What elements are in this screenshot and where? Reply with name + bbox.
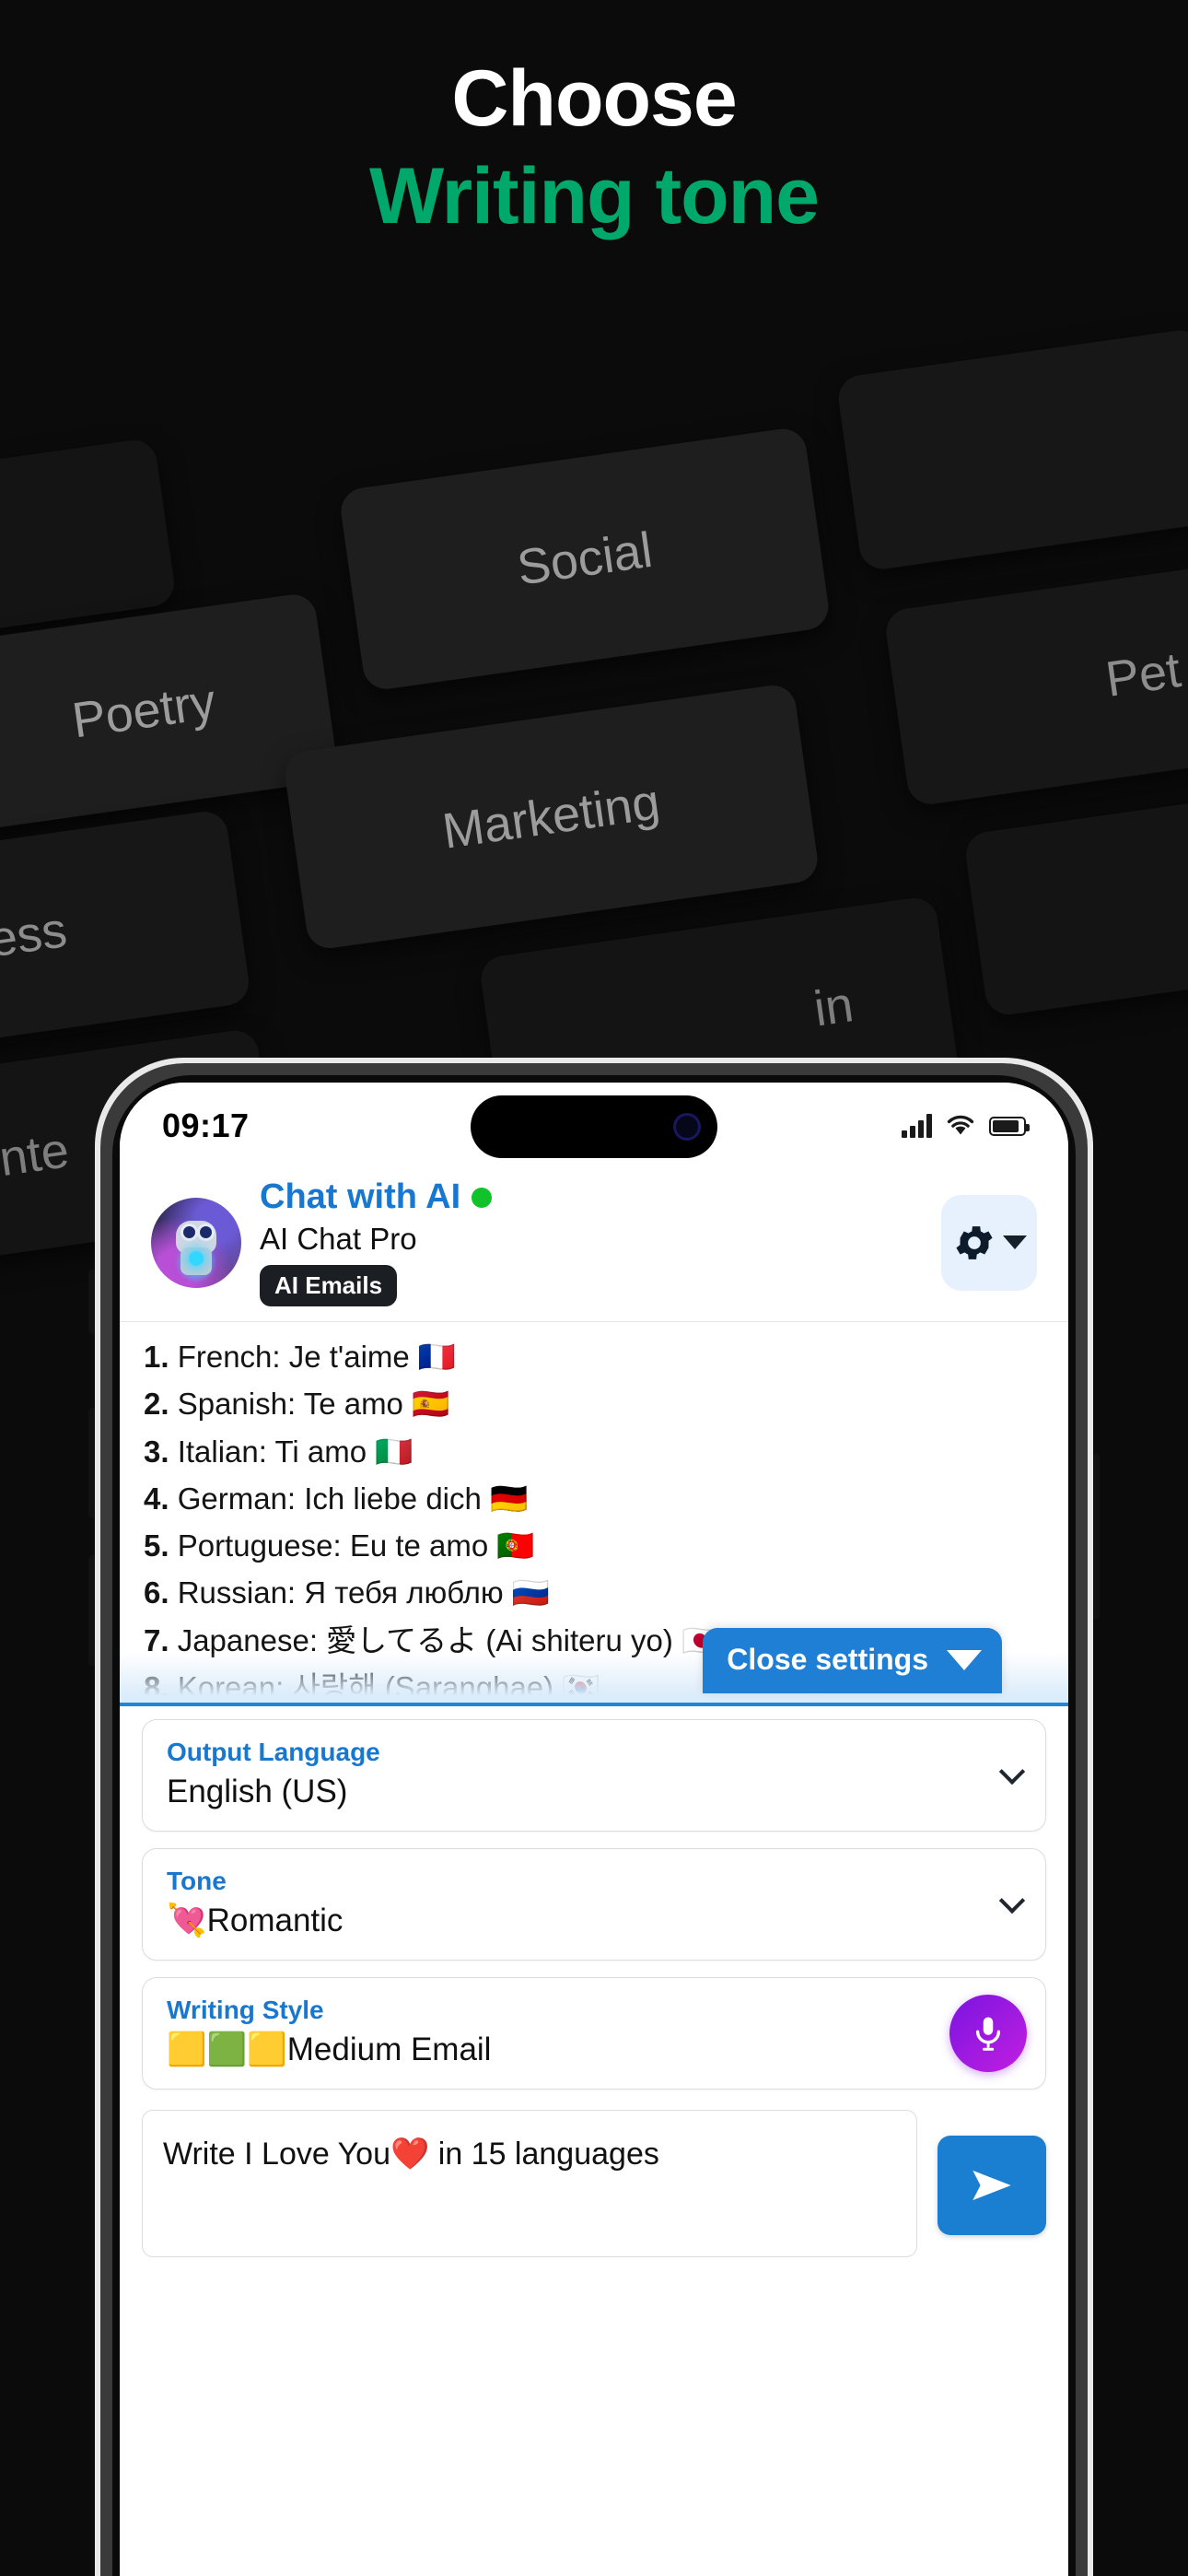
chat-line: 1. French: Je t'aime 🇫🇷 [144,1340,457,1375]
front-camera-icon [673,1113,701,1141]
chat-line-text: Portuguese: Eu te amo 🇵🇹 [169,1528,535,1563]
settings-panel: Output Language English (US) Tone 💘Roman… [120,1706,1068,2090]
chat-line: 3. Italian: Ti amo 🇮🇹 [144,1434,413,1469]
chat-line-text: French: Je t'aime 🇫🇷 [169,1340,457,1375]
chevron-down-icon [1003,1235,1027,1250]
chevron-down-icon [998,1758,1026,1786]
message-composer: Write I Love You❤️ in 15 languages [120,2106,1068,2258]
setting-value: 🟨🟩🟨Medium Email [167,2031,492,2067]
battery-icon [989,1116,1030,1136]
chevron-down-icon [998,1888,1026,1914]
phone-power-button [1092,1454,1100,1620]
chat-line-text: German: Ich liebe dich 🇩🇪 [169,1481,529,1516]
setting-label: Writing Style [167,1996,324,2025]
app-subtitle: AI Chat Pro [260,1221,417,1256]
robot-avatar[interactable] [151,1197,241,1288]
background-tile-label: Poetry [68,673,219,749]
background-tile-label: Social [513,521,656,596]
avatar-core-light [189,1251,204,1267]
background-tile-field: Poetry Social Pet Marketing siness Ente … [0,177,1188,1380]
setting-row-output-language[interactable]: Output Language English (US) [142,1719,1046,1832]
setting-value: 💘Romantic [167,1902,344,1938]
caret-down-icon [947,1649,982,1670]
chat-line: 2. Spanish: Te amo 🇪🇸 [144,1387,450,1422]
chat-line-text: Japanese: 愛してるよ (Ai shiteru yo) 🇯🇵 [169,1622,720,1657]
status-bar-indicators [902,1112,1030,1141]
background-tile-label: Marketing [438,774,664,860]
microphone-button[interactable] [949,1995,1027,2073]
headline-line-2: Writing tone [368,152,820,241]
background-tile-label: siness [0,902,71,977]
ai-emails-badge[interactable]: AI Emails [260,1265,398,1307]
phone-mockup: 09:17 Chat with AI AI Chat Pro AI Emails… [88,1058,1100,2576]
background-tile-business: siness [0,808,252,1057]
close-settings-label: Close settings [727,1643,928,1677]
background-tile-social: Social [338,426,832,693]
phone-screen: 09:17 Chat with AI AI Chat Pro AI Emails… [120,1083,1068,2576]
chat-line: 4. German: Ich liebe dich 🇩🇪 [144,1481,529,1516]
gear-icon [951,1220,997,1266]
setting-row-writing-style[interactable]: Writing Style 🟨🟩🟨Medium Email [142,1977,1046,2090]
close-settings-button[interactable]: Close settings [703,1628,1002,1694]
send-button[interactable] [938,2136,1046,2236]
message-input[interactable]: Write I Love You❤️ in 15 languages [142,2110,917,2258]
setting-value: English (US) [167,1773,348,1809]
send-icon [973,2171,1011,2201]
chat-title: Chat with AI [260,1177,461,1216]
chat-line-text: Korean: 사랑해 (Saranghae) 🇰🇷 [169,1669,600,1704]
background-tile [835,327,1188,572]
chat-line-text: Italian: Ti amo 🇮🇹 [169,1434,413,1469]
headline-line-1: Choose [451,54,737,143]
app-header-text: Chat with AI AI Chat Pro AI Emails [260,1177,923,1307]
microphone-icon [975,2017,1001,2051]
status-bar: 09:17 [120,1083,1068,1169]
background-tile [962,786,1188,1018]
status-bar-time: 09:17 [162,1107,250,1144]
chat-bottom-divider [120,1703,1068,1707]
wifi-icon [945,1112,976,1141]
screenshot-root: Poetry Social Pet Marketing siness Ente … [0,0,1188,2576]
background-tile-pet: Pet [883,560,1188,808]
chat-line-text: Russian: Я тебя люблю 🇷🇺 [169,1575,550,1610]
background-tile-label: in [810,977,857,1037]
chat-line-text: Spanish: Te amo 🇪🇸 [169,1387,450,1422]
setting-label: Tone [167,1867,227,1896]
chat-title-row: Chat with AI [260,1177,923,1217]
app-header: Chat with AI AI Chat Pro AI Emails [120,1169,1068,1322]
background-tile-label: Ente [0,1122,73,1192]
background-tile-marketing: Marketing [282,682,821,952]
dynamic-island [471,1095,717,1158]
online-status-dot [472,1187,493,1208]
chat-line: 5. Portuguese: Eu te amo 🇵🇹 [144,1528,535,1563]
setting-row-tone[interactable]: Tone 💘Romantic [142,1848,1046,1961]
chat-line: 6. Russian: Я тебя люблю 🇷🇺 [144,1575,550,1610]
promo-headline: Choose Writing tone [0,57,1188,239]
background-tile-label: Pet [1102,642,1184,708]
avatar-eye-right [199,1225,212,1238]
setting-label: Output Language [167,1738,380,1767]
cellular-bars-icon [902,1114,932,1138]
settings-button[interactable] [941,1194,1037,1291]
chat-message-list[interactable]: 1. French: Je t'aime 🇫🇷 2. Spanish: Te a… [120,1321,1068,1707]
